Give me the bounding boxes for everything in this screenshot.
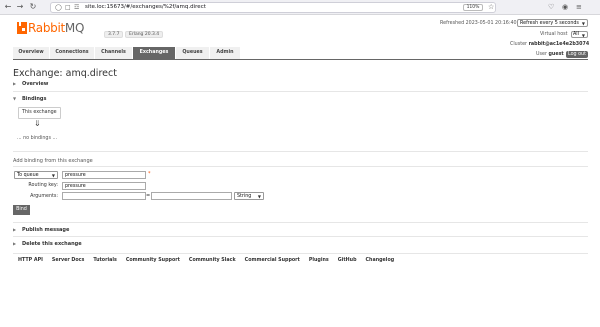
footer-link-tutorials[interactable]: Tutorials <box>93 258 117 263</box>
page-info-icon[interactable]: □ <box>65 4 71 12</box>
triangle-down-icon: ▼ <box>13 96 17 101</box>
user-name: guest <box>548 52 564 57</box>
refreshed-text: Refreshed 2023-05-01 20:16:40 <box>440 21 517 26</box>
tab-admin[interactable]: Admin <box>210 47 240 59</box>
url-text[interactable]: site.loc:15673/#/exchanges/%2f/amq.direc… <box>85 3 206 12</box>
cluster-info: Cluster rabbit@ac1e4e2b3074 <box>510 42 589 47</box>
triangle-right-icon: ▶ <box>13 81 17 86</box>
argument-key-input[interactable] <box>62 192 146 200</box>
tabs-divider <box>13 59 588 60</box>
back-icon[interactable]: ← <box>3 2 13 12</box>
footer-link-commercial-support[interactable]: Commercial Support <box>245 258 300 263</box>
browser-toolbar: ← → ↻ ◯ □ ☲ site.loc:15673/#/exchanges/%… <box>0 0 600 15</box>
footer-divider <box>13 253 588 254</box>
bind-button[interactable]: Bind <box>13 205 30 215</box>
tab-queues[interactable]: Queues <box>176 47 209 59</box>
rabbitmq-logo[interactable]: RabbitMQ <box>17 21 84 35</box>
user-label: User <box>536 52 547 57</box>
footer-link-changelog[interactable]: Changelog <box>366 258 395 263</box>
reload-icon[interactable]: ↻ <box>28 2 38 12</box>
extensions-icon[interactable]: ◉ <box>562 2 568 12</box>
footer-link-server-docs[interactable]: Server Docs <box>52 258 84 263</box>
arguments-label: Arguments: <box>30 194 58 199</box>
main-tabs: Overview Connections Channels Exchanges … <box>13 47 241 59</box>
url-bar[interactable]: ◯ □ ☲ site.loc:15673/#/exchanges/%2f/amq… <box>50 2 496 13</box>
footer-link-http-api[interactable]: HTTP API <box>18 258 43 263</box>
permissions-icon[interactable]: ☲ <box>74 4 79 12</box>
cluster-label: Cluster <box>510 42 528 47</box>
shield-icon[interactable]: ◯ <box>55 4 62 12</box>
routing-key-label: Routing key: <box>28 183 58 188</box>
section-divider <box>13 236 588 237</box>
footer-link-community-slack[interactable]: Community Slack <box>189 258 236 263</box>
more-icon[interactable]: ≡ <box>576 2 582 12</box>
tab-exchanges[interactable]: Exchanges <box>133 47 175 59</box>
version-badge: 3.7.7 <box>104 31 124 38</box>
destination-input[interactable]: pressure <box>62 171 146 179</box>
triangle-right-icon: ▶ <box>13 241 17 246</box>
forward-icon[interactable]: → <box>15 2 25 12</box>
section-divider <box>13 222 588 223</box>
rabbit-icon <box>17 22 27 34</box>
equals-sign: = <box>146 193 151 199</box>
required-marker: * <box>148 171 151 177</box>
cluster-name: rabbit@ac1e4e2b3074 <box>528 42 590 47</box>
logo-suffix: MQ <box>64 21 85 35</box>
section-overview[interactable]: ▶ Overview <box>13 79 588 88</box>
destination-type-select[interactable]: To queue ▼ <box>14 171 58 179</box>
section-divider <box>13 151 588 152</box>
refresh-interval-select[interactable]: Refresh every 5 seconds ▼ <box>517 19 588 27</box>
vhost-label: Virtual host <box>540 32 568 37</box>
footer-link-plugins[interactable]: Plugins <box>309 258 329 263</box>
footer-link-github[interactable]: GitHub <box>338 258 357 263</box>
footer-link-community-support[interactable]: Community Support <box>126 258 180 263</box>
arrow-down-icon: ⇓ <box>34 119 41 128</box>
zoom-level[interactable]: 110% <box>463 4 483 11</box>
tab-channels[interactable]: Channels <box>95 47 132 59</box>
argument-value-input[interactable] <box>151 192 232 200</box>
chevron-down-icon: ▼ <box>581 33 585 38</box>
bookmark-star-icon[interactable]: ☆ <box>488 3 494 12</box>
add-binding-heading: Add binding from this exchange <box>13 158 93 164</box>
section-bindings[interactable]: ▼ Bindings <box>13 94 588 103</box>
no-bindings-text: ... no bindings ... <box>17 136 58 141</box>
vhost-select[interactable]: All ▼ <box>571 31 588 38</box>
page-title: Exchange: amq.direct <box>13 68 117 79</box>
chevron-down-icon: ▼ <box>581 21 585 26</box>
section-delete-exchange[interactable]: ▶ Delete this exchange <box>13 239 588 248</box>
logo-brand: Rabbit <box>28 21 65 35</box>
section-publish-message[interactable]: ▶ Publish message <box>13 225 588 234</box>
chevron-down-icon: ▼ <box>51 173 55 178</box>
argument-type-select[interactable]: String ▼ <box>234 192 264 200</box>
tab-overview[interactable]: Overview <box>13 47 49 59</box>
chevron-down-icon: ▼ <box>257 194 261 199</box>
this-exchange-box: This exchange <box>18 107 61 119</box>
logout-button[interactable]: Log out <box>566 51 588 58</box>
section-divider <box>13 91 588 92</box>
user-info: User guest <box>536 52 564 57</box>
pocket-icon[interactable]: ♡ <box>548 2 554 12</box>
footer-links: HTTP API Server Docs Tutorials Community… <box>18 258 403 263</box>
exchange-name: amq.direct <box>65 68 117 79</box>
section-divider <box>13 166 588 167</box>
triangle-right-icon: ▶ <box>13 227 17 232</box>
erlang-badge: Erlang 20.3.4 <box>125 31 164 38</box>
tab-connections[interactable]: Connections <box>50 47 94 59</box>
routing-key-input[interactable]: pressure <box>62 182 146 190</box>
